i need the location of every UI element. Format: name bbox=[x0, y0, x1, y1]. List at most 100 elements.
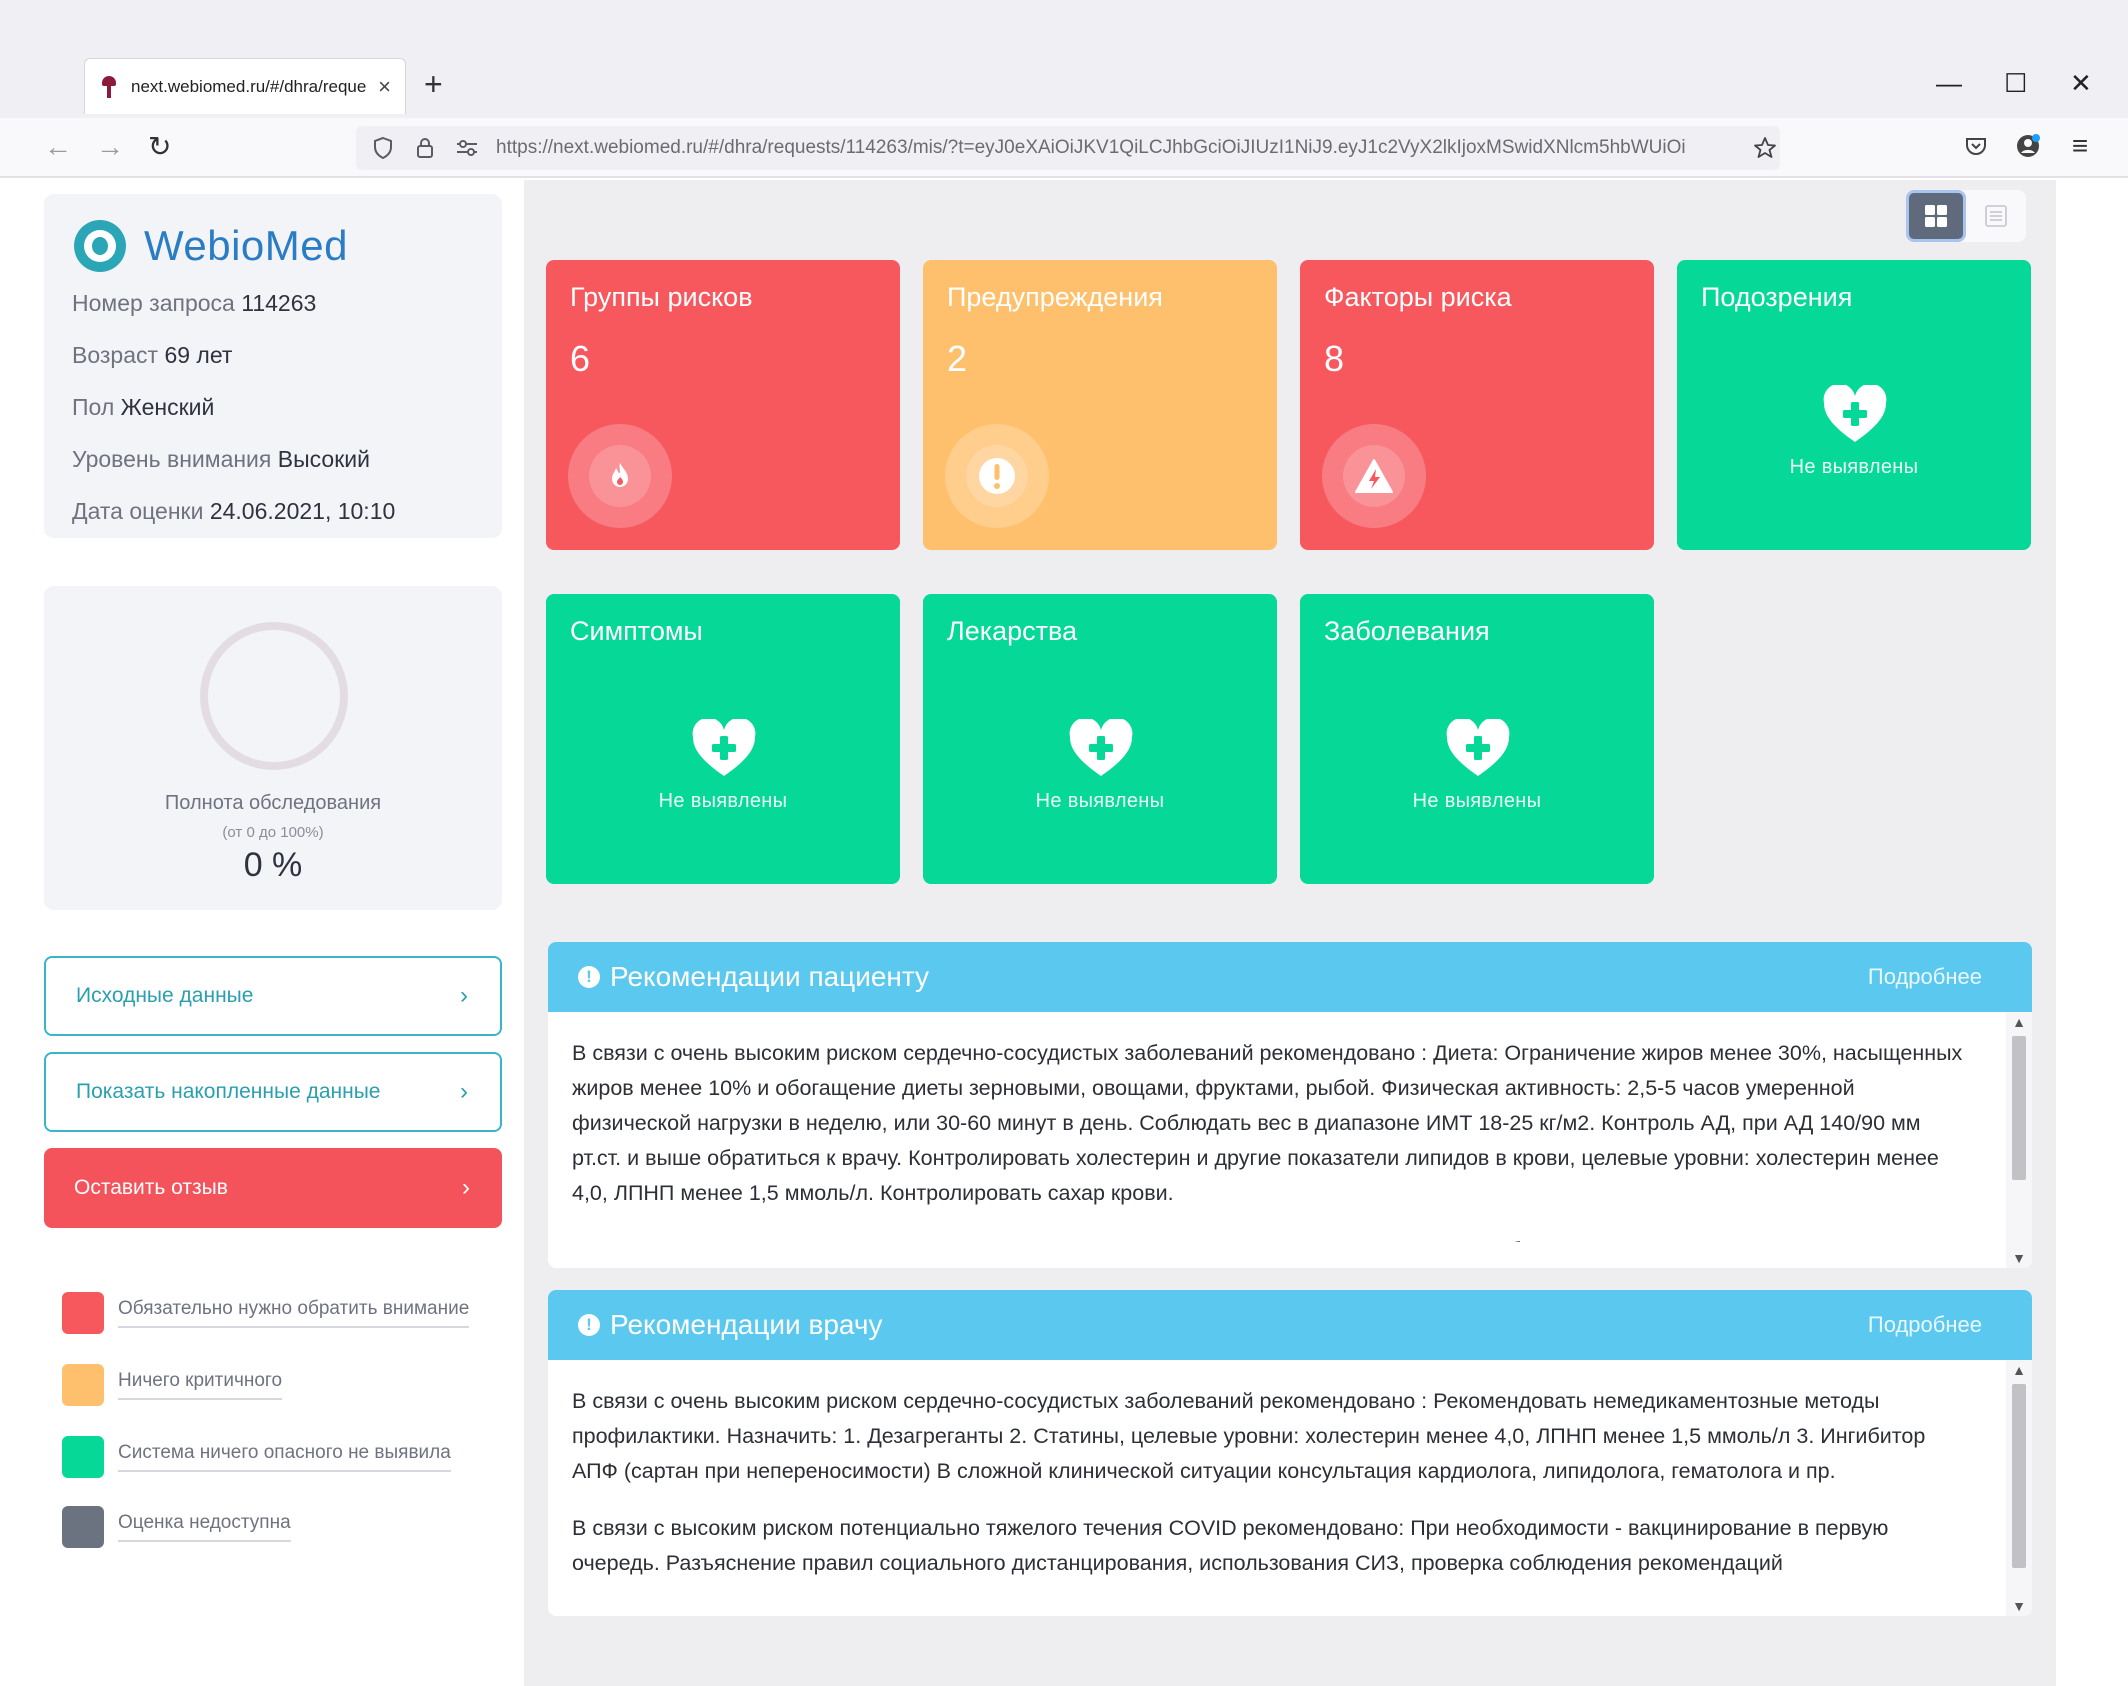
more-link[interactable]: Подробнее bbox=[1868, 964, 1982, 990]
url-text[interactable]: https://next.webiomed.ru/#/dhra/requests… bbox=[496, 137, 1736, 159]
permissions-icon[interactable] bbox=[454, 135, 480, 161]
recommendation-text: В связи с очень высоким риском сердечно-… bbox=[572, 1041, 1963, 1205]
completeness-ring bbox=[200, 622, 348, 770]
heart-plus-icon bbox=[1446, 719, 1510, 776]
completeness-card: Полнота обследования (от 0 до 100%) 0 % bbox=[44, 586, 502, 910]
assessment-date: Дата оценки 24.06.2021, 10:10 bbox=[72, 498, 395, 525]
tile-status: Не выявлены bbox=[1412, 790, 1542, 812]
leave-feedback-label: Оставить отзыв bbox=[74, 1176, 228, 1199]
info-icon: ! bbox=[578, 1314, 600, 1336]
tile-status: Не выявлены bbox=[1789, 456, 1919, 478]
legend-label: Обязательно нужно обратить внимание bbox=[118, 1298, 470, 1328]
scroll-up-icon[interactable]: ▲ bbox=[2006, 1362, 2032, 1378]
completeness-label: Полнота обследования bbox=[164, 792, 382, 814]
scrollbar[interactable]: ▲ ▼ bbox=[2006, 1360, 2032, 1616]
heart-plus-icon bbox=[1069, 719, 1133, 776]
legend-swatch-green bbox=[62, 1436, 104, 1478]
attention-value: Высокий bbox=[277, 446, 370, 472]
age-value: 69 лет bbox=[164, 342, 233, 368]
legend-item-safe: Система ничего опасного не выявила bbox=[62, 1436, 451, 1478]
list-view-button[interactable] bbox=[1966, 190, 2026, 242]
heart-plus-icon bbox=[692, 719, 756, 776]
heart-plus-icon bbox=[1823, 385, 1887, 442]
attention-level: Уровень внимания Высокий bbox=[72, 446, 370, 473]
maximize-button[interactable]: ☐ bbox=[2004, 70, 2027, 96]
grid-view-button[interactable] bbox=[1906, 190, 1966, 242]
tab-close-icon[interactable]: × bbox=[378, 74, 391, 100]
sex-value: Женский bbox=[120, 394, 215, 420]
request-number: Номер запроса 114263 bbox=[72, 290, 316, 317]
tile-risk-factors[interactable]: Факторы риска 8 bbox=[1300, 260, 1654, 550]
address-bar[interactable]: https://next.webiomed.ru/#/dhra/requests… bbox=[356, 126, 1780, 170]
lightning-triangle-icon bbox=[1322, 424, 1426, 528]
tile-title: Симптомы bbox=[570, 616, 703, 646]
source-data-label: Исходные данные bbox=[76, 984, 254, 1007]
browser-tab[interactable]: next.webiomed.ru/#/dhra/reque × bbox=[84, 58, 406, 114]
legend-item-critical: Обязательно нужно обратить внимание bbox=[62, 1292, 470, 1334]
more-link[interactable]: Подробнее bbox=[1868, 1312, 1982, 1338]
tile-title: Предупреждения bbox=[947, 282, 1163, 312]
age-label: Возраст bbox=[72, 342, 159, 368]
tile-diseases[interactable]: Заболевания Не выявлены bbox=[1300, 594, 1654, 884]
patient-age: Возраст 69 лет bbox=[72, 342, 232, 369]
scroll-down-icon[interactable]: ▼ bbox=[2006, 1250, 2032, 1266]
sex-label: Пол bbox=[72, 394, 115, 420]
scrollbar-thumb[interactable] bbox=[2012, 1384, 2026, 1568]
legend-swatch-gray bbox=[62, 1506, 104, 1548]
scrollbar-thumb[interactable] bbox=[2012, 1036, 2026, 1180]
completeness-value: 0 % bbox=[243, 846, 303, 884]
tile-count: 2 bbox=[947, 338, 968, 379]
tile-title: Факторы риска bbox=[1324, 282, 1512, 312]
list-icon bbox=[1985, 205, 2007, 227]
tile-suspicions[interactable]: Подозрения Не выявлены bbox=[1677, 260, 2031, 550]
scroll-down-icon[interactable]: ▼ bbox=[2006, 1598, 2032, 1614]
pocket-icon[interactable] bbox=[1962, 132, 1990, 160]
recommendation-text: В связи с высоким риском потенциально тя… bbox=[572, 1233, 1972, 1242]
scrollbar[interactable]: ▲ ▼ bbox=[2006, 1012, 2032, 1268]
panel-body: В связи с очень высоким риском сердечно-… bbox=[572, 1384, 1972, 1606]
tile-medications[interactable]: Лекарства Не выявлены bbox=[923, 594, 1277, 884]
bookmark-star-icon[interactable] bbox=[1752, 135, 1778, 161]
legend-label: Система ничего опасного не выявила bbox=[118, 1442, 451, 1472]
tile-title: Подозрения bbox=[1701, 282, 1853, 312]
new-tab-button[interactable]: + bbox=[424, 68, 443, 100]
tile-symptoms[interactable]: Симптомы Не выявлены bbox=[546, 594, 900, 884]
lock-icon[interactable] bbox=[412, 135, 438, 161]
panel-header: ! Рекомендации врачу Подробнее bbox=[548, 1290, 2032, 1360]
leave-feedback-button[interactable]: Оставить отзыв › bbox=[44, 1148, 502, 1228]
tile-warnings[interactable]: Предупреждения 2 bbox=[923, 260, 1277, 550]
request-number-value: 114263 bbox=[241, 290, 317, 316]
page-right-margin bbox=[2056, 180, 2128, 1686]
accumulated-data-button[interactable]: Показать накопленные данные › bbox=[44, 1052, 502, 1132]
scroll-up-icon[interactable]: ▲ bbox=[2006, 1014, 2032, 1030]
sidebar: WebioMed Номер запроса 114263 Возраст 69… bbox=[0, 180, 524, 1686]
tile-status: Не выявлены bbox=[1035, 790, 1165, 812]
recommendation-text: В связи с очень высоким риском сердечно-… bbox=[572, 1389, 1926, 1483]
attention-label: Уровень внимания bbox=[72, 446, 272, 472]
patient-sex: Пол Женский bbox=[72, 394, 214, 421]
site-favicon-icon bbox=[99, 75, 119, 98]
request-number-label: Номер запроса bbox=[72, 290, 235, 316]
accumulated-data-label: Показать накопленные данные bbox=[76, 1080, 381, 1103]
back-button[interactable]: ← bbox=[44, 130, 72, 164]
app-menu-icon[interactable]: ≡ bbox=[2066, 130, 2094, 161]
panel-title: Рекомендации врачу bbox=[610, 1309, 883, 1340]
source-data-button[interactable]: Исходные данные › bbox=[44, 956, 502, 1036]
tile-title: Заболевания bbox=[1324, 616, 1490, 646]
tile-risk-groups[interactable]: Группы рисков 6 bbox=[546, 260, 900, 550]
close-window-button[interactable]: ✕ bbox=[2070, 70, 2092, 96]
forward-button[interactable]: → bbox=[96, 130, 124, 164]
legend-item-unavailable: Оценка недоступна bbox=[62, 1506, 291, 1548]
shield-icon[interactable] bbox=[370, 135, 396, 161]
doctor-recommendations-panel: ! Рекомендации врачу Подробнее В связи с… bbox=[548, 1290, 2032, 1616]
view-toggle bbox=[1906, 190, 2026, 242]
account-icon[interactable] bbox=[2014, 132, 2042, 160]
reload-button[interactable]: ↻ bbox=[148, 130, 171, 164]
legend-item-noncritical: Ничего критичного bbox=[62, 1364, 283, 1406]
tile-title: Группы рисков bbox=[570, 282, 753, 312]
webiomed-logo-icon bbox=[74, 220, 126, 272]
minimize-button[interactable]: — bbox=[1936, 70, 1962, 96]
logo-text: WebioMed bbox=[144, 222, 348, 269]
logo[interactable]: WebioMed bbox=[74, 220, 348, 272]
chevron-right-icon: › bbox=[460, 982, 468, 1009]
